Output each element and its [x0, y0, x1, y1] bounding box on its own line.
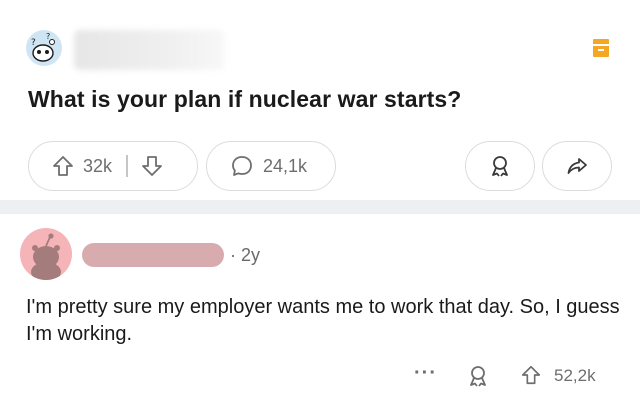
svg-text:?: ?	[46, 32, 50, 41]
blurred-subreddit-name	[74, 30, 224, 70]
comment-count: 24,1k	[263, 155, 308, 176]
comment-body: I'm pretty sure my employer wants me to …	[26, 296, 620, 345]
award-icon[interactable]	[466, 364, 490, 388]
vote-separator	[126, 155, 128, 177]
post-card: ? ? What is your plan if nuclear war sta…	[0, 0, 640, 200]
bookmark-icon[interactable]	[592, 38, 610, 58]
snoo-avatar-icon[interactable]: ? ?	[26, 30, 62, 66]
share-button[interactable]	[542, 141, 612, 191]
award-button[interactable]	[465, 141, 535, 191]
upvote-count: 32k	[83, 155, 113, 176]
downvote-arrow-icon[interactable]	[140, 154, 164, 178]
award-icon	[492, 156, 508, 177]
comment-age: · 2y	[230, 245, 261, 265]
comments-button[interactable]: 24,1k	[206, 141, 336, 191]
user-avatar-icon[interactable]	[20, 228, 72, 280]
upvote-arrow-icon[interactable]	[520, 364, 542, 386]
svg-text:?: ?	[31, 38, 36, 48]
comment: · 2y I'm pretty sure my employer wants m…	[0, 214, 640, 406]
post-title[interactable]: What is your plan if nuclear war starts?	[28, 86, 461, 113]
blurred-username	[82, 243, 224, 267]
comment-score: 52,2k	[554, 366, 596, 385]
section-divider	[0, 200, 640, 214]
comment-bubble-icon	[232, 156, 252, 176]
share-arrow-icon	[567, 158, 587, 174]
vote-control: 32k	[28, 141, 198, 191]
upvote-arrow-icon[interactable]	[51, 154, 75, 178]
comment-actions: ··· 52,2k	[0, 362, 640, 392]
more-options-button[interactable]: ···	[414, 362, 437, 385]
